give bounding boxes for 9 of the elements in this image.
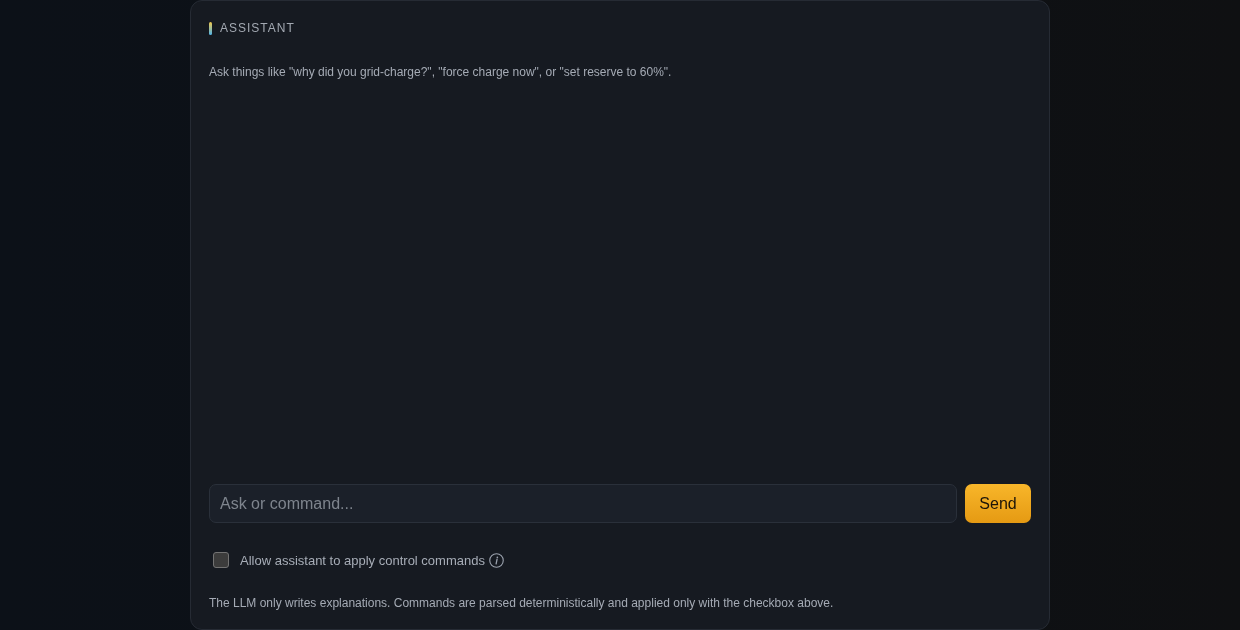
send-button[interactable]: Send [965, 484, 1031, 523]
allow-commands-label: Allow assistant to apply control commands [240, 552, 485, 568]
panel-title: ASSISTANT [220, 20, 295, 36]
message-input-field[interactable]: Ask or command... [209, 484, 957, 523]
info-icon[interactable] [488, 552, 504, 568]
allow-commands-checkbox[interactable] [213, 552, 229, 568]
hint-text: Ask things like "why did you grid-charge?", "force charge now", or "set reserve to 60%". [209, 64, 673, 80]
accent-bar-icon [209, 21, 212, 35]
footer-note: The LLM only writes explanations. Commands are parsed deterministically and applied only with the checkbox above. [209, 595, 835, 611]
